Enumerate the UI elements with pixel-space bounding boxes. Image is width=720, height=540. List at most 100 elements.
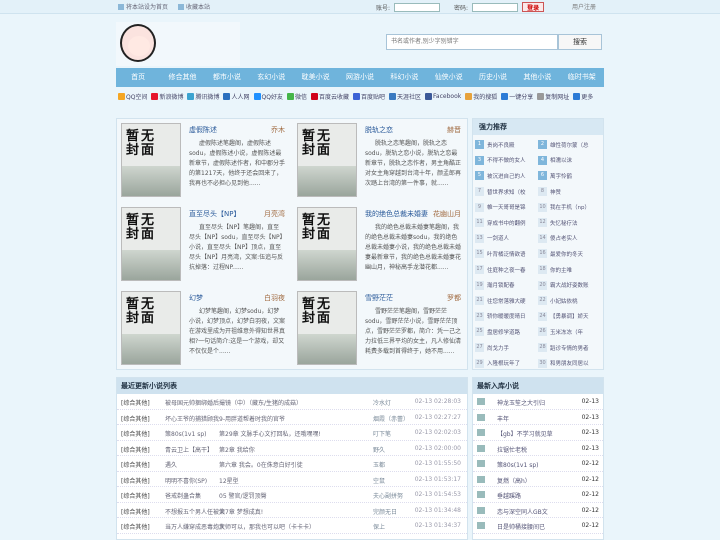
book-cover[interactable]: 暂无封面 <box>297 207 357 281</box>
recommend-item[interactable]: 4 相濡以沫 <box>538 153 601 169</box>
book-card[interactable]: 暂无封面 脱轨之恋 赫晋 脱轨之恋笔趣阁，脱轨之恋sodu，脱轨之恋小说，脱轨之恋最新… <box>293 119 465 197</box>
book-card[interactable]: 暂无封面 我的绝色总裁未婚妻 花幽山月 我的绝色总裁未婚妻笔趣阁，我的绝色总裁未婚妻s… <box>293 203 465 281</box>
row-book-title[interactable]: 明明不喜你(SP) <box>165 476 207 485</box>
row-chapter[interactable]: 撮镜（中）（藏东/生猪的成菇） <box>219 398 302 407</box>
recommend-item[interactable]: 23 轿你暖暖度晴日 <box>475 309 538 325</box>
bookmark-link[interactable]: 收藏本站 <box>178 2 210 11</box>
share-item[interactable]: QQ空间 <box>118 92 147 101</box>
row-book-title[interactable]: 策80s(1v1 sp) <box>497 460 538 469</box>
row-author[interactable]: 烟霞（赤蕾） <box>373 414 409 423</box>
share-item[interactable]: 新浪微博 <box>151 92 183 101</box>
row-author[interactable]: 空鼠 <box>373 476 385 485</box>
site-logo[interactable] <box>116 22 240 66</box>
share-item[interactable]: 复制网址 <box>537 92 569 101</box>
recommend-item[interactable]: 6 萬字怜鹤 <box>538 168 601 184</box>
row-chapter[interactable]: 第2章 我给你 <box>219 445 255 454</box>
recommend-item[interactable]: 3 不得不做的女人 <box>475 153 538 169</box>
book-title[interactable]: 虚假陈述 <box>189 125 217 135</box>
book-author[interactable]: 罗都 <box>447 293 461 303</box>
search-input[interactable] <box>386 34 558 50</box>
search-button[interactable]: 搜索 <box>558 34 602 50</box>
account-input[interactable] <box>394 2 441 12</box>
row-chapter[interactable]: 第六章 我会。0在侏意白好引徒 <box>219 460 303 469</box>
row-author[interactable]: 夫心副拼努 <box>373 491 403 500</box>
share-item[interactable]: 百度云收藏 <box>310 92 349 101</box>
row-book-title[interactable]: 神龙玉笙之大引归 <box>497 398 545 407</box>
recommend-item[interactable]: 19 瀚月锁配春 <box>475 277 538 293</box>
recommend-item[interactable]: 25 盘居修学道路 <box>475 324 538 340</box>
recommend-item[interactable]: 29 入隆根玩年了 <box>475 355 538 371</box>
row-book-title[interactable]: 复燃（高h） <box>497 476 531 485</box>
row-author[interactable]: 野久 <box>373 445 385 454</box>
row-author[interactable]: 叮下笔 <box>373 429 391 438</box>
row-book-title[interactable]: 恋与深空同人GB文 <box>497 507 548 516</box>
book-title[interactable]: 雪野茫茫 <box>365 293 393 303</box>
row-book-title[interactable]: 日是帅桶接腰间已 <box>497 522 545 531</box>
recommend-item[interactable]: 21 往您常落雅大硬 <box>475 293 538 309</box>
share-item[interactable]: 百度贴吧 <box>352 92 385 101</box>
recommend-item[interactable]: 27 尚戈力手 <box>475 340 538 356</box>
row-chapter[interactable]: 大师可以，那我也可以吧（卡卡卡） <box>219 522 315 531</box>
book-card[interactable]: 暂无封面 直至尽头【NP】 月亮湾 直至尽头【NP】笔趣阁，直至尽头【NP】sodu，… <box>117 203 289 281</box>
recommend-item[interactable]: 18 你的主唯 <box>538 262 601 278</box>
recommend-item[interactable]: 9 帷一天哥哥是锦 <box>475 199 538 215</box>
recommend-item[interactable]: 12 失忆秘疗法 <box>538 215 601 231</box>
recommend-item[interactable]: 26 玉米冻冻（年 <box>538 324 601 340</box>
book-author[interactable]: 赫晋 <box>447 125 461 135</box>
recommend-item[interactable]: 7 替世界求知（校 <box>475 184 538 200</box>
share-item[interactable]: 人人网 <box>223 92 250 101</box>
row-chapter[interactable]: 第29章 文脉手心文打回私，还哦嘿嘿! <box>219 429 321 438</box>
row-book-title[interactable]: 青云卫上【高干】 <box>165 445 213 454</box>
login-button[interactable]: 登录 <box>522 2 545 12</box>
row-book-title[interactable]: 当万人嫌穿成恶毒炮灰 <box>165 522 225 531</box>
row-chapter[interactable]: 05 警官/逻罚顶臀 <box>219 491 267 500</box>
book-cover[interactable]: 暂无封面 <box>297 123 357 197</box>
share-item[interactable]: 腾讯微博 <box>187 92 219 101</box>
book-cover[interactable]: 暂无封面 <box>297 291 357 365</box>
nav-item[interactable]: 其他小说 <box>515 68 559 87</box>
nav-item[interactable]: 临时书架 <box>560 68 604 87</box>
share-item[interactable]: QQ好友 <box>253 92 283 101</box>
recommend-item[interactable]: 8 神赞 <box>538 184 601 200</box>
nav-item[interactable]: 玄幻小说 <box>249 68 293 87</box>
share-item[interactable]: 我的搜狐 <box>465 92 497 101</box>
book-cover[interactable]: 暂无封面 <box>121 123 181 197</box>
book-cover[interactable]: 暂无封面 <box>121 207 181 281</box>
book-author[interactable]: 乔木 <box>271 125 285 135</box>
row-book-title[interactable]: 遇久 <box>165 460 177 469</box>
book-author[interactable]: 花幽山月 <box>433 209 461 219</box>
book-title[interactable]: 脱轨之恋 <box>365 125 393 135</box>
nav-item[interactable]: 耽美小说 <box>293 68 337 87</box>
share-item[interactable]: 更多 <box>573 92 593 101</box>
nav-item[interactable]: 历史小说 <box>471 68 515 87</box>
row-book-title[interactable]: 拉锯忙老税 <box>497 445 527 454</box>
row-book-title[interactable]: 丰年 <box>497 414 509 423</box>
book-card[interactable]: 暂无封面 虚假陈述 乔木 虚假陈述笔趣阁，虚假陈述sodu，虚假陈述小说，虚假陈述最新… <box>117 119 289 197</box>
recommend-item[interactable]: 11 穿成书中的翻例 <box>475 215 538 231</box>
row-author[interactable]: 冷水灯 <box>373 398 391 407</box>
recommend-item[interactable]: 2 雄性荷尔蒙（总 <box>538 137 601 153</box>
book-cover[interactable]: 暂无封面 <box>121 291 181 365</box>
book-title[interactable]: 直至尽头【NP】 <box>189 209 240 219</box>
book-title[interactable]: 我的绝色总裁未婚妻 <box>365 209 428 219</box>
nav-item[interactable]: 仙侠小说 <box>427 68 471 87</box>
row-author[interactable]: 完颜无日 <box>373 507 397 516</box>
row-author[interactable]: 保上 <box>373 522 385 531</box>
nav-item[interactable]: 网游小说 <box>338 68 382 87</box>
book-card[interactable]: 暂无封面 幻梦 白羽夜 幻梦笔趣阁，幻梦sodu，幻梦小说，幻梦顶点，幻梦白羽夜，文案… <box>117 287 289 365</box>
share-item[interactable]: 微信 <box>286 92 307 101</box>
recommend-item[interactable]: 22 小妃姑依桃 <box>538 293 601 309</box>
book-title[interactable]: 幻梦 <box>189 293 203 303</box>
row-book-title[interactable]: 【gb】不学习就见草 <box>497 429 553 438</box>
share-item[interactable]: 天涯社区 <box>389 92 421 101</box>
set-home-link[interactable]: 将本站设为首页 <box>118 2 168 11</box>
recommend-item[interactable]: 17 住庭种之夜一春 <box>475 262 538 278</box>
row-book-title[interactable]: 策80s(1v1 sp) <box>165 429 206 438</box>
recommend-item[interactable]: 13 一剑道人 <box>475 231 538 247</box>
row-book-title[interactable]: 垂越蹊路 <box>497 491 521 500</box>
row-author[interactable]: 玉都 <box>373 460 385 469</box>
nav-item[interactable]: 首页 <box>116 68 160 87</box>
nav-item[interactable]: 都市小说 <box>205 68 249 87</box>
row-book-title[interactable]: 爸戒剃蛊合集 <box>165 491 201 500</box>
nav-item[interactable]: 修合其他 <box>160 68 204 87</box>
